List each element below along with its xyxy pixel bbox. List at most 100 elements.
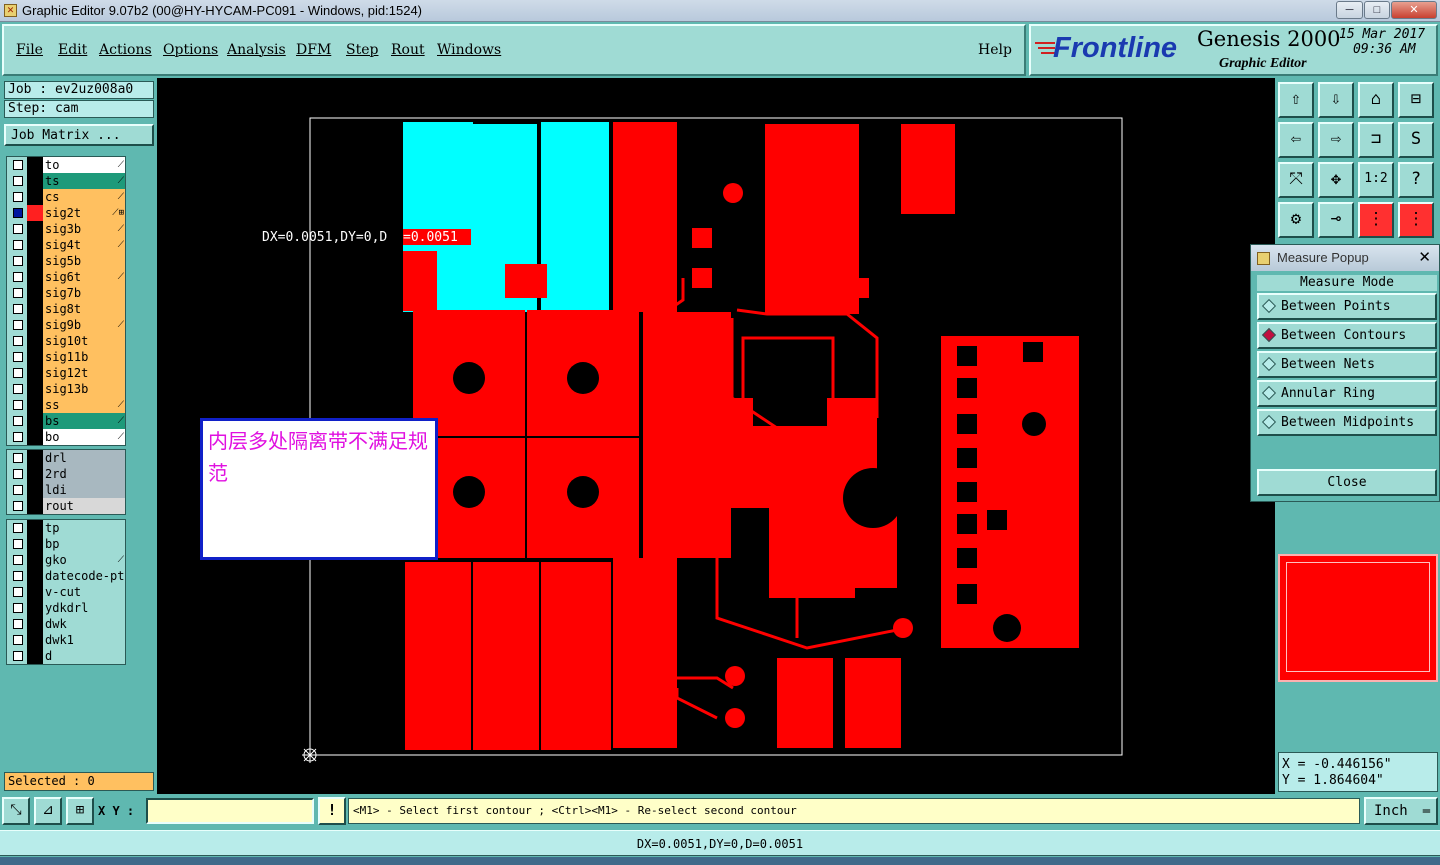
layer-name[interactable]: tp: [43, 520, 125, 536]
layer-row-sig11b[interactable]: sig11b: [7, 349, 125, 365]
layer-row-sig8t[interactable]: sig8t: [7, 301, 125, 317]
layer-color-swatch[interactable]: [27, 520, 43, 536]
layer-color-swatch[interactable]: [27, 173, 43, 189]
menu-dfm[interactable]: DFM: [296, 42, 331, 58]
layer-color-swatch[interactable]: [27, 648, 43, 664]
layer-color-swatch[interactable]: [27, 333, 43, 349]
layer-color-swatch[interactable]: [27, 189, 43, 205]
layer-checkbox[interactable]: [13, 416, 23, 426]
layer-checkbox[interactable]: [13, 555, 23, 565]
layer-name[interactable]: sig7b: [43, 285, 125, 301]
layer-row-gko[interactable]: gko ⟋: [7, 552, 125, 568]
layer-color-swatch[interactable]: [27, 157, 43, 173]
zoom-extents-icon[interactable]: ⤧: [1278, 162, 1314, 198]
layer-checkbox[interactable]: [13, 635, 23, 645]
layer-color-swatch[interactable]: [27, 381, 43, 397]
warning-icon[interactable]: !: [318, 797, 346, 825]
layer-color-swatch[interactable]: [27, 221, 43, 237]
layer-checkbox[interactable]: [13, 384, 23, 394]
layer-color-swatch[interactable]: [27, 317, 43, 333]
layer-color-swatch[interactable]: [27, 568, 43, 584]
layer-checkbox[interactable]: [13, 587, 23, 597]
layer-color-swatch[interactable]: [27, 285, 43, 301]
layer-name[interactable]: bo ⟋: [43, 429, 125, 445]
snap-icon[interactable]: ⊸: [1318, 202, 1354, 238]
layer-row-sig13b[interactable]: sig13b: [7, 381, 125, 397]
layer-checkbox[interactable]: [13, 256, 23, 266]
layer-name[interactable]: sig12t: [43, 365, 125, 381]
close-window-button[interactable]: ✕: [1391, 1, 1437, 19]
job-matrix-button[interactable]: Job Matrix ...: [4, 124, 154, 146]
layer-name[interactable]: sig9b ⟋: [43, 317, 125, 333]
layer-color-swatch[interactable]: [27, 600, 43, 616]
layer-row-drl[interactable]: drl: [7, 450, 125, 466]
layer-checkbox[interactable]: [13, 304, 23, 314]
minimize-button[interactable]: ─: [1336, 1, 1363, 19]
layer-name[interactable]: 2rd: [43, 466, 125, 482]
menu-help[interactable]: Help: [978, 42, 1012, 58]
xy-input[interactable]: [146, 798, 314, 824]
maximize-button[interactable]: □: [1364, 1, 1390, 19]
layer-name[interactable]: sig10t: [43, 333, 125, 349]
layer-color-swatch[interactable]: [27, 536, 43, 552]
layer-row-sig5b[interactable]: sig5b: [7, 253, 125, 269]
layer-color-swatch[interactable]: [27, 269, 43, 285]
layer-name[interactable]: sig11b: [43, 349, 125, 365]
layer-checkbox[interactable]: [13, 208, 23, 218]
net-highlight-icon[interactable]: ⋮: [1398, 202, 1434, 238]
units-select[interactable]: Inch ═: [1364, 797, 1438, 825]
measure-popup-close-icon[interactable]: ✕: [1418, 245, 1431, 271]
measure-option-between-contours[interactable]: Between Contours: [1257, 322, 1437, 349]
layer-name[interactable]: sig8t: [43, 301, 125, 317]
zoom-center-icon[interactable]: ✥: [1318, 162, 1354, 198]
window-split-icon[interactable]: ⊟: [1398, 82, 1434, 118]
layer-checkbox[interactable]: [13, 501, 23, 511]
layer-name[interactable]: sig5b: [43, 253, 125, 269]
pan-left-icon[interactable]: ⇦: [1278, 122, 1314, 158]
layer-name[interactable]: bp: [43, 536, 125, 552]
layer-color-swatch[interactable]: [27, 349, 43, 365]
layer-row-ts[interactable]: ts ⟋: [7, 173, 125, 189]
menu-rout[interactable]: Rout: [391, 42, 425, 58]
mini-map[interactable]: [1278, 554, 1438, 682]
layer-row-sig12t[interactable]: sig12t: [7, 365, 125, 381]
layer-color-swatch[interactable]: [27, 466, 43, 482]
layer-name[interactable]: to ⟋: [43, 157, 125, 173]
layer-name[interactable]: rout: [43, 498, 125, 514]
layer-row-sig7b[interactable]: sig7b: [7, 285, 125, 301]
layer-checkbox[interactable]: [13, 523, 23, 533]
layer-row-bs[interactable]: bs ⟋: [7, 413, 125, 429]
layer-color-swatch[interactable]: [27, 253, 43, 269]
layer-name[interactable]: sig13b: [43, 381, 125, 397]
layer-row-bp[interactable]: bp: [7, 536, 125, 552]
layer-row-sig9b[interactable]: sig9b ⟋: [7, 317, 125, 333]
layer-name[interactable]: dwk1: [43, 632, 125, 648]
net-display-icon[interactable]: ⋮: [1358, 202, 1394, 238]
layer-name[interactable]: sig4t ⟋: [43, 237, 125, 253]
layer-row-ldi[interactable]: ldi: [7, 482, 125, 498]
layer-name[interactable]: sig2t ⟋⊞: [43, 205, 125, 221]
layer-checkbox[interactable]: [13, 469, 23, 479]
layer-checkbox[interactable]: [13, 336, 23, 346]
menu-file[interactable]: File: [16, 42, 43, 58]
layer-checkbox[interactable]: [13, 619, 23, 629]
layer-row-tp[interactable]: tp: [7, 520, 125, 536]
graphic-canvas[interactable]: DX=0.0051,DY=0,D =0.0051 内层多处隔离带不满足规范: [157, 78, 1275, 794]
layer-color-swatch[interactable]: [27, 616, 43, 632]
layer-name[interactable]: gko ⟋: [43, 552, 125, 568]
layer-name[interactable]: bs ⟋: [43, 413, 125, 429]
layer-name[interactable]: ldi: [43, 482, 125, 498]
layer-row-2rd[interactable]: 2rd: [7, 466, 125, 482]
layer-row-ss[interactable]: ss ⟋: [7, 397, 125, 413]
layer-checkbox[interactable]: [13, 352, 23, 362]
layer-row-sig6t[interactable]: sig6t ⟋: [7, 269, 125, 285]
layer-checkbox[interactable]: [13, 320, 23, 330]
layer-color-swatch[interactable]: [27, 482, 43, 498]
layer-color-swatch[interactable]: [27, 205, 43, 221]
layer-row-d[interactable]: d: [7, 648, 125, 664]
pan-up-icon[interactable]: ⇧: [1278, 82, 1314, 118]
layer-name[interactable]: v-cut: [43, 584, 125, 600]
layer-checkbox[interactable]: [13, 272, 23, 282]
menu-edit[interactable]: Edit: [58, 42, 87, 58]
layer-name[interactable]: ts ⟋: [43, 173, 125, 189]
